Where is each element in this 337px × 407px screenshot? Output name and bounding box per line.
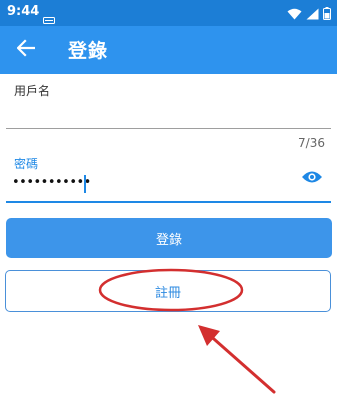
status-time: 9:44 <box>7 4 40 19</box>
text-cursor <box>84 175 86 193</box>
app-bar: 登錄 <box>0 26 337 74</box>
wifi-icon <box>287 5 302 24</box>
signal-icon <box>306 5 319 24</box>
page-title: 登錄 <box>68 40 109 62</box>
password-label: 密碼 <box>14 157 39 171</box>
status-bar: 9:44 <box>0 0 337 26</box>
username-field[interactable] <box>14 104 314 122</box>
login-button[interactable]: 登錄 <box>6 218 332 258</box>
password-visibility-toggle[interactable] <box>299 168 325 188</box>
password-counter: 7/36 <box>298 136 325 150</box>
system-icons <box>287 5 331 24</box>
eye-icon <box>301 169 323 188</box>
username-underline <box>6 128 331 129</box>
password-field[interactable]: ••••••••••• <box>12 175 91 190</box>
back-button[interactable] <box>6 30 46 70</box>
password-underline <box>6 201 331 203</box>
annotation-ellipse <box>98 268 244 312</box>
battery-icon <box>323 5 331 24</box>
username-label: 用戶名 <box>14 84 51 98</box>
annotation-arrow <box>198 325 276 394</box>
notification-icon <box>43 9 55 24</box>
arrow-back-icon <box>16 39 36 61</box>
